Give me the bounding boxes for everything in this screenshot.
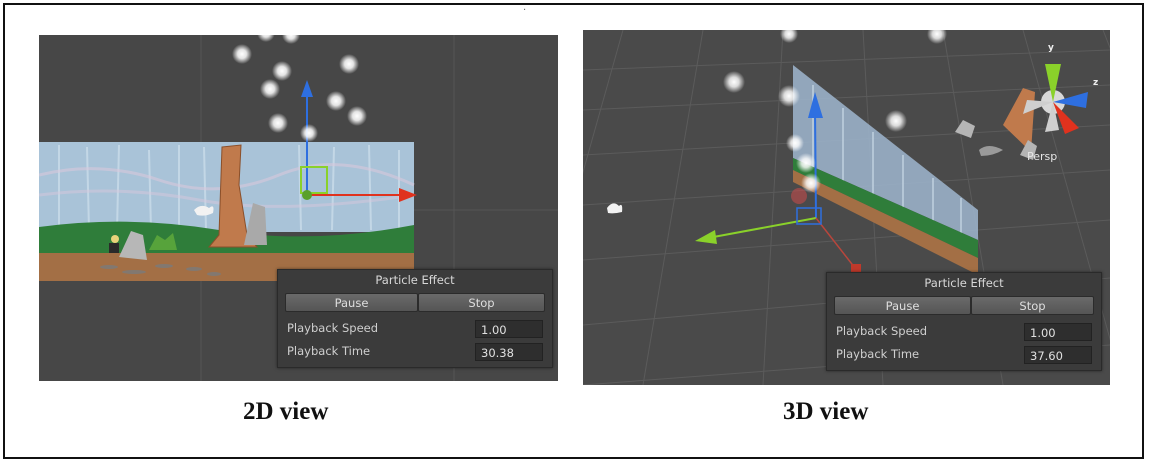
- caption-2d: 2D view: [243, 398, 329, 425]
- particle-effect-panel: Particle Effect Pause Stop Playback Spee…: [277, 269, 553, 368]
- playback-speed-label: Playback Speed: [287, 321, 379, 335]
- y-axis-arrow-3d: [695, 230, 717, 244]
- playback-speed-label: Playback Speed: [836, 324, 928, 338]
- gizmo-y-label: y: [1048, 43, 1054, 53]
- particle-effect-panel-3d: Particle Effect Pause Stop Playback Spee…: [826, 272, 1102, 371]
- scene-view-3d[interactable]: y z Persp Particle Effect Pause Stop Pla…: [583, 30, 1110, 385]
- playback-speed-field[interactable]: 1.00: [1024, 323, 1092, 341]
- playback-speed-field[interactable]: 1.00: [475, 320, 543, 338]
- gizmo-center: [302, 190, 312, 200]
- pause-button[interactable]: Pause: [834, 296, 971, 315]
- character-icon: [111, 235, 119, 243]
- stray-mark: ·: [523, 5, 527, 16]
- stop-button[interactable]: Stop: [971, 296, 1094, 315]
- playback-time-field[interactable]: 30.38: [475, 343, 543, 361]
- y-axis-handle-3d: [707, 217, 817, 239]
- x-axis-handle-3d: [815, 217, 856, 269]
- stop-button[interactable]: Stop: [418, 293, 545, 312]
- particle-effect-title: Particle Effect: [375, 273, 455, 287]
- scene-view-2d[interactable]: Particle Effect Pause Stop Playback Spee…: [39, 35, 558, 381]
- particles: [232, 35, 367, 142]
- playback-time-label: Playback Time: [836, 347, 920, 361]
- y-axis-arrow: [301, 80, 313, 97]
- caption-3d: 3D view: [783, 398, 869, 425]
- pause-button[interactable]: Pause: [285, 293, 418, 312]
- gizmo-z-label: z: [1093, 78, 1099, 88]
- bird-sprite-3d: [607, 203, 623, 214]
- scene-props-3d: [955, 88, 1037, 160]
- projection-label[interactable]: Persp: [1027, 150, 1057, 163]
- particle-effect-title: Particle Effect: [924, 276, 1004, 290]
- playback-time-field[interactable]: 37.60: [1024, 346, 1092, 364]
- playback-time-label: Playback Time: [287, 344, 371, 358]
